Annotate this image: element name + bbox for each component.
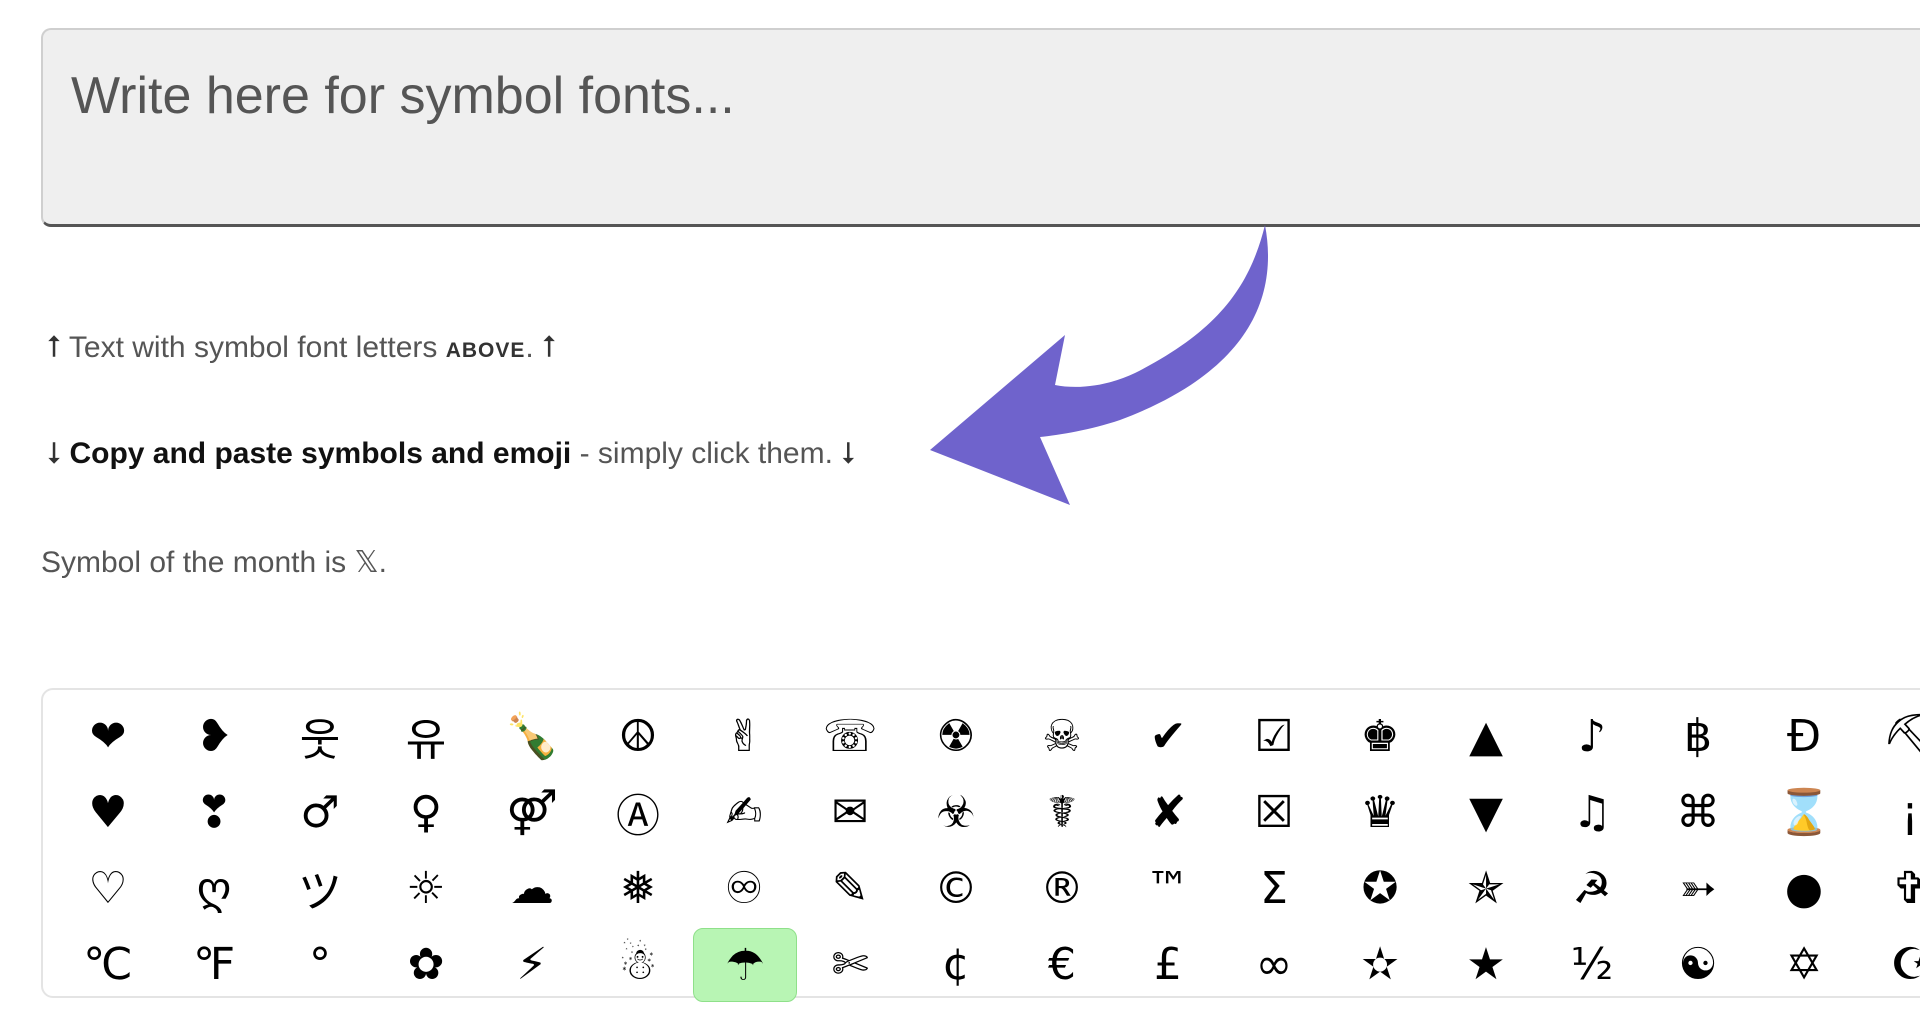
down-arrow-icon: ⭣ bbox=[47, 436, 62, 471]
symbol-cell[interactable]: ♪ bbox=[1541, 700, 1643, 772]
symbol-cell[interactable]: £ bbox=[1117, 928, 1219, 1000]
symbol-cell[interactable]: ✌ bbox=[693, 700, 795, 772]
symbol-cell[interactable]: ∞ bbox=[1223, 928, 1325, 1000]
symbol-cell[interactable]: ℃ bbox=[57, 928, 159, 1000]
symbol-cell[interactable]: ® bbox=[1011, 852, 1113, 924]
symbol-cell[interactable]: 웃 bbox=[269, 700, 371, 772]
symbol-cell[interactable]: ✄ bbox=[799, 928, 901, 1000]
symbol-text-input[interactable] bbox=[71, 66, 1911, 188]
symbol-cell[interactable]: 유 bbox=[375, 700, 477, 772]
symbol-cell[interactable]: ❣ bbox=[163, 776, 265, 848]
symbol-cell[interactable]: ✪ bbox=[1329, 852, 1431, 924]
symbol-cell[interactable]: ♡ bbox=[57, 852, 159, 924]
symbol-cell[interactable]: ⌘ bbox=[1647, 776, 1749, 848]
symbol-text-input-box[interactable] bbox=[41, 28, 1920, 227]
up-arrow-icon: ⭡ bbox=[47, 330, 62, 365]
symbol-cell[interactable]: ▼ bbox=[1435, 776, 1537, 848]
symbol-cell[interactable]: ✡ bbox=[1753, 928, 1855, 1000]
hint-text-above: ⭡ Text with symbol font letters above. ⭡ bbox=[47, 330, 556, 365]
symbol-cell[interactable]: Ⓐ bbox=[587, 776, 689, 848]
symbol-cell[interactable]: © bbox=[905, 852, 1007, 924]
symbol-cell[interactable]: ☃ bbox=[587, 928, 689, 1000]
symbol-cell[interactable]: ★ bbox=[1435, 928, 1537, 1000]
hint-text-below: ⭣ Copy and paste symbols and emoji - sim… bbox=[47, 436, 855, 471]
symbol-cell[interactable]: ✫ bbox=[1329, 928, 1431, 1000]
symbol-cell[interactable]: ¡ bbox=[1859, 776, 1920, 848]
symbol-cell[interactable]: 🍾 bbox=[481, 700, 583, 772]
symbol-cell[interactable]: ▲ bbox=[1435, 700, 1537, 772]
symbol-cell[interactable]: ☯ bbox=[1647, 928, 1749, 1000]
symbol-cell[interactable]: ☁ bbox=[481, 852, 583, 924]
symbol-cell[interactable]: ⛏ bbox=[1859, 700, 1920, 772]
symbol-cell[interactable]: ¢ bbox=[905, 928, 1007, 1000]
down-arrow-end-icon: ⭣ bbox=[841, 436, 856, 471]
hint-below-bold: Copy and paste symbols and emoji bbox=[69, 437, 572, 470]
up-arrow-end-icon: ⭡ bbox=[542, 330, 557, 365]
symbol-cell[interactable]: ฿ bbox=[1647, 700, 1749, 772]
symbol-grid: ❤ ❥ 웃 유 🍾 ☮ ✌ ☏ ☢ ☠ ✔ ☑ ♚ ▲ ♪ ฿ Ɖ ⛏ ♥ ❣ ♂ ♀ ⚤ Ⓐ ✍ ✉ ☣ ☤ ✘ ☒ ♛ ▼ ♫ ⌘ ⌛ ¡ ♡ ღ ツ ☼… bbox=[57, 700, 1920, 1004]
curved-arrow-icon bbox=[930, 225, 1269, 505]
symbol-cell[interactable]: Ɖ bbox=[1753, 700, 1855, 772]
symbol-cell[interactable]: ☣ bbox=[905, 776, 1007, 848]
symbol-cell[interactable]: ♂ bbox=[269, 776, 371, 848]
symbol-cell[interactable]: ❅ bbox=[587, 852, 689, 924]
symbol-cell[interactable]: ♀ bbox=[375, 776, 477, 848]
symbol-cell[interactable]: ✍ bbox=[693, 776, 795, 848]
symbol-cell[interactable]: ✎ bbox=[799, 852, 901, 924]
symbol-cell[interactable]: ☼ bbox=[375, 852, 477, 924]
symbol-cell[interactable]: € bbox=[1011, 928, 1113, 1000]
symbol-cell[interactable]: ✯ bbox=[1435, 852, 1537, 924]
symbol-cell[interactable]: ✘ bbox=[1117, 776, 1219, 848]
symbol-grid-panel: ❤ ❥ 웃 유 🍾 ☮ ✌ ☏ ☢ ☠ ✔ ☑ ♚ ▲ ♪ ฿ Ɖ ⛏ ♥ ❣ ♂ ♀ ⚤ Ⓐ ✍ ✉ ☣ ☤ ✘ ☒ ♛ ▼ ♫ ⌘ ⌛ ¡ ♡ ღ ツ ☼… bbox=[41, 688, 1920, 1002]
symbol-cell[interactable]: ● bbox=[1753, 852, 1855, 924]
page: ⭡ Text with symbol font letters above. ⭡… bbox=[0, 0, 1920, 1020]
symbol-cell[interactable]: ☠ bbox=[1011, 700, 1113, 772]
symbol-cell[interactable]: ✉ bbox=[799, 776, 901, 848]
symbol-cell[interactable]: ♥ bbox=[57, 776, 159, 848]
symbol-cell[interactable]: ♚ bbox=[1329, 700, 1431, 772]
symbol-cell[interactable]: ⌛ bbox=[1753, 776, 1855, 848]
symbol-cell[interactable]: ° bbox=[269, 928, 371, 1000]
symbol-cell[interactable]: ♾ bbox=[693, 852, 795, 924]
hint-above-caps: above bbox=[445, 331, 526, 364]
hint-above-suffix: . bbox=[525, 331, 534, 364]
symbol-cell[interactable]: ☑ bbox=[1223, 700, 1325, 772]
symbol-cell[interactable]: ❥ bbox=[163, 700, 265, 772]
symbol-cell[interactable]: ☢ bbox=[905, 700, 1007, 772]
symbol-cell[interactable]: ☤ bbox=[1011, 776, 1113, 848]
symbol-cell[interactable]: ღ bbox=[163, 852, 265, 924]
symbol-cell[interactable]: ☭ bbox=[1541, 852, 1643, 924]
symbol-cell[interactable]: ½ bbox=[1541, 928, 1643, 1000]
symbol-cell[interactable]: ☏ bbox=[799, 700, 901, 772]
symbol-cell[interactable]: ☮ bbox=[587, 700, 689, 772]
symbol-cell[interactable]: ツ bbox=[269, 852, 371, 924]
symbol-cell[interactable]: ℉ bbox=[163, 928, 265, 1000]
symbol-cell[interactable]: ♫ bbox=[1541, 776, 1643, 848]
symbol-of-month: Symbol of the month is 𝕏. bbox=[41, 545, 387, 580]
symbol-cell[interactable]: ➳ bbox=[1647, 852, 1749, 924]
symbol-cell[interactable]: ♛ bbox=[1329, 776, 1431, 848]
symbol-cell[interactable]: ❤ bbox=[57, 700, 159, 772]
symbol-cell[interactable]: ⚤ bbox=[481, 776, 583, 848]
symbol-cell[interactable]: ☒ bbox=[1223, 776, 1325, 848]
symbol-cell[interactable]: Σ bbox=[1223, 852, 1325, 924]
symbol-cell[interactable]: ™ bbox=[1117, 852, 1219, 924]
symbol-cell[interactable]: ⚡ bbox=[481, 928, 583, 1000]
symbol-cell[interactable]: ✞ bbox=[1859, 852, 1920, 924]
symbol-cell[interactable]: ☪ bbox=[1859, 928, 1920, 1000]
symbol-cell[interactable]: ☂ bbox=[693, 928, 797, 1002]
symbol-cell[interactable]: ✿ bbox=[375, 928, 477, 1000]
hint-above-text: Text with symbol font letters bbox=[68, 331, 446, 364]
hint-below-rest: - simply click them. bbox=[571, 437, 833, 470]
symbol-cell[interactable]: ✔ bbox=[1117, 700, 1219, 772]
symbol-of-month-text: Symbol of the month is 𝕏. bbox=[41, 546, 387, 579]
